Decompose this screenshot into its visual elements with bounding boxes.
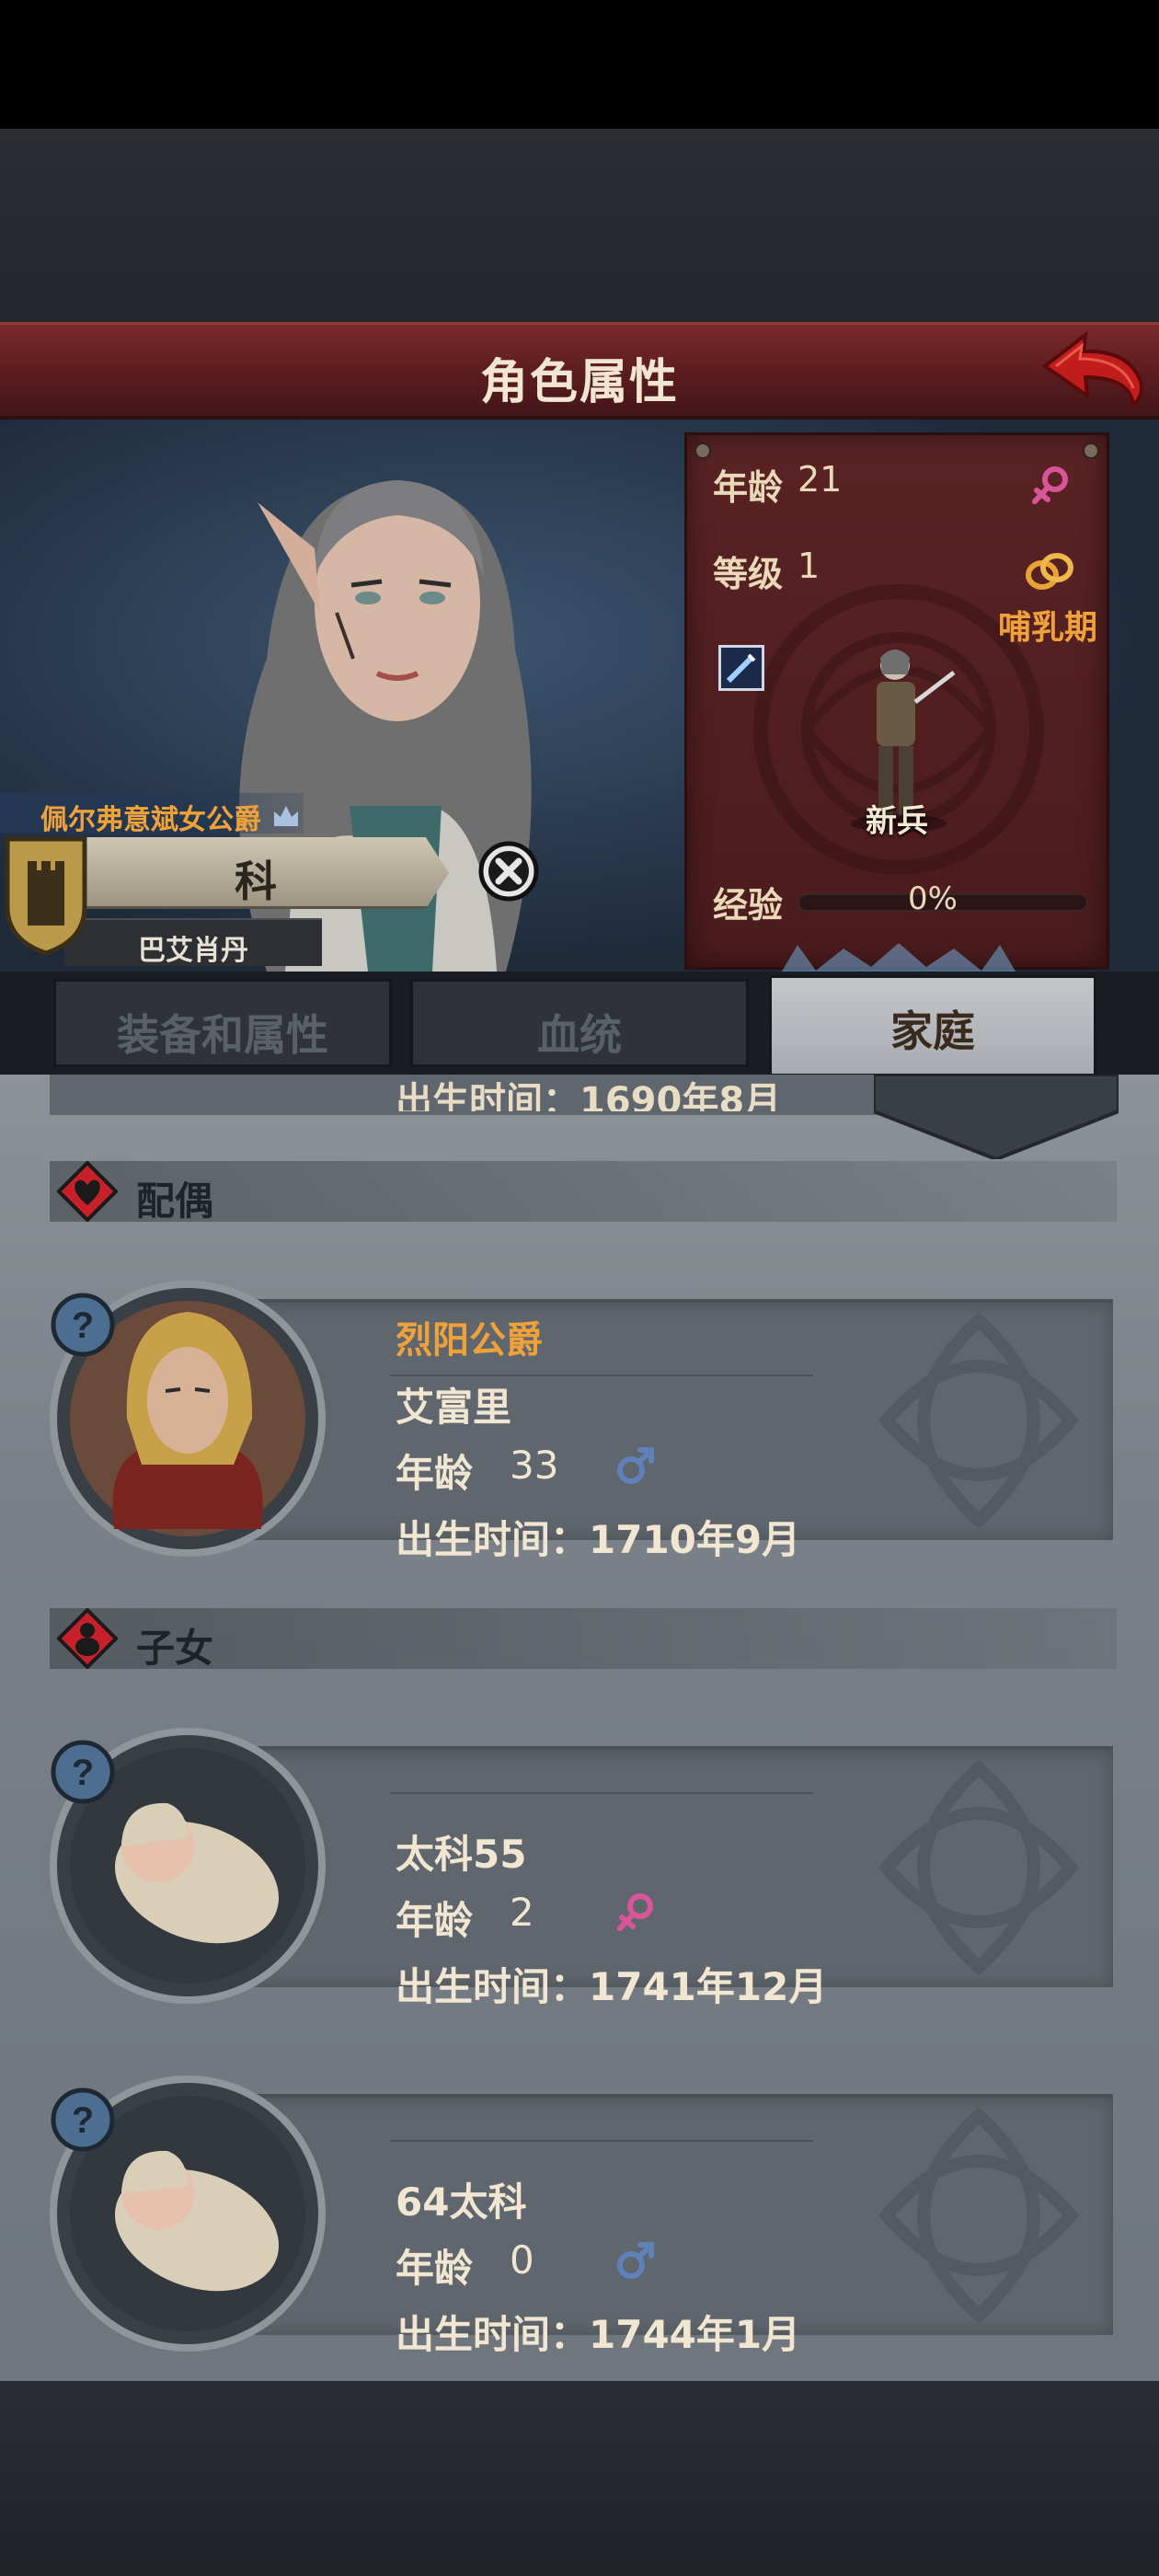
panel-ornament (779, 943, 1018, 976)
child-age: 2 (510, 1890, 534, 1935)
age-label: 年龄 (713, 467, 784, 508)
child-card[interactable]: ? 64太科 年龄 0 出生时间：1744年1月 (50, 2066, 1113, 2357)
house-shield-icon[interactable] (0, 834, 92, 957)
svg-text:?: ? (72, 1753, 94, 1793)
rivet (694, 443, 711, 459)
tab-bloodline[interactable]: 血统 (410, 979, 749, 1067)
xp-label: 经验 (713, 885, 784, 926)
svg-text:?: ? (72, 2100, 94, 2141)
question-icon[interactable]: ? (50, 2087, 116, 2153)
back-arrow-icon[interactable] (1038, 328, 1148, 410)
divider (390, 1792, 813, 1794)
close-icon[interactable] (476, 839, 541, 903)
spouse-birth: 出生时间：1710年9月 (396, 1517, 801, 1562)
crown-icon (274, 806, 298, 826)
question-icon[interactable]: ? (50, 1292, 116, 1358)
knot-ornament (878, 1312, 1080, 1529)
tab-equipment[interactable]: 装备和属性 (53, 979, 392, 1067)
prev-entry-birth: 出生时间：1690年8月 (396, 1080, 782, 1111)
children-label: 子女 (136, 1626, 214, 1671)
house-plate: 巴艾肖丹 (64, 918, 322, 967)
page-badge[interactable] (874, 1075, 1119, 1159)
spouse-section-header: 配偶 (50, 1161, 1117, 1224)
child-birth: 出生时间：1741年12月 (396, 1964, 828, 2009)
question-icon[interactable]: ? (50, 1739, 116, 1805)
dukedom-title: 佩尔弗意斌女公爵 (40, 804, 261, 836)
rings-icon (1026, 553, 1073, 590)
class-name: 新兵 (866, 803, 928, 840)
spouse-card[interactable]: ? 烈阳公爵 艾富里 年龄 33 出生时间：1710年9月 (50, 1271, 1113, 1562)
level-value: 1 (798, 546, 820, 586)
house-name: 巴艾肖丹 (138, 935, 248, 967)
stats-panel: 年龄 21 等级 1 哺乳期 新兵 经验 0% (684, 432, 1109, 976)
rivet (1083, 443, 1099, 459)
age-value: 21 (798, 459, 843, 500)
xp-value: 0% (908, 880, 958, 917)
child-birth: 出生时间：1744年1月 (396, 2312, 801, 2357)
bottom-background (0, 2381, 1159, 2576)
child-name: 64太科 (396, 2179, 527, 2225)
female-icon (617, 1893, 653, 1931)
title-bar: 角色属性 (0, 322, 1159, 420)
children-section-header: 子女 (50, 1608, 1117, 1671)
heart-icon (57, 1161, 118, 1222)
svg-text:?: ? (72, 1305, 94, 1346)
level-label: 等级 (713, 554, 784, 594)
child-age: 0 (510, 2237, 534, 2283)
spouse-label: 配偶 (136, 1179, 214, 1224)
female-icon (1032, 466, 1068, 504)
children-icon (57, 1608, 118, 1669)
sword-skill-icon[interactable] (718, 645, 764, 691)
status-bar-area (0, 0, 1159, 129)
spouse-age: 33 (510, 1443, 559, 1488)
character-name: 科 (235, 857, 277, 906)
top-background (0, 129, 1159, 322)
spouse-name: 艾富里 (396, 1385, 512, 1430)
name-plate: 科 (63, 837, 449, 909)
tab-family[interactable]: 家庭 (769, 975, 1096, 1076)
spouse-age-label: 年龄 (396, 1451, 474, 1496)
male-icon (617, 2242, 654, 2279)
knot-ornament (878, 2107, 1080, 2324)
knot-ornament (878, 1759, 1080, 1976)
male-icon (617, 1447, 654, 1484)
child-name: 太科55 (396, 1832, 527, 1877)
spouse-title: 烈阳公爵 (396, 1319, 543, 1362)
family-list[interactable]: 出生时间：1690年8月 配偶 ? 烈阳公爵 艾富里 年龄 33 出生时间：17… (0, 1075, 1159, 2381)
divider (390, 2140, 813, 2142)
child-age-label: 年龄 (396, 1898, 474, 1943)
child-card[interactable]: ? 太科55 年龄 2 出生时间：1741年12月 (50, 1719, 1113, 2009)
status-nursing: 哺乳期 (998, 609, 1098, 647)
page-title: 角色属性 (479, 355, 679, 410)
child-age-label: 年龄 (396, 2246, 474, 2291)
